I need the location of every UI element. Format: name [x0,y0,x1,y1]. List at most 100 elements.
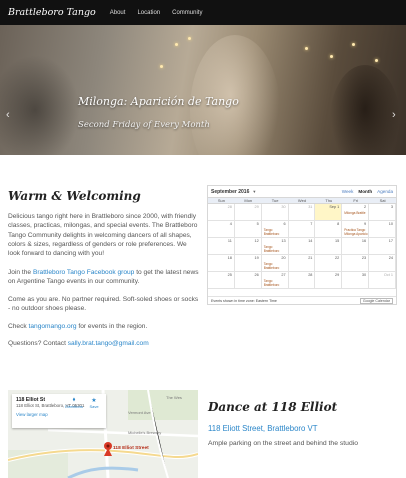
calendar-day-cell[interactable]: 2 Milonga Brattle [342,204,370,221]
calendar-day-cell[interactable]: 10 [369,221,396,238]
calendar-day-cell[interactable]: 8 [315,221,343,238]
calendar-day-number: 11 [227,239,232,243]
save-button[interactable]: ★ Save [84,397,104,409]
calendar-day-cell[interactable]: 6 Tango Brattleboro [261,221,289,238]
site-brand[interactable]: Brattleboro Tango [8,7,96,18]
tab-week[interactable]: Week [342,189,354,194]
tab-month[interactable]: Month [358,189,372,194]
calendar-day-number: 7 [310,222,313,226]
calendar-month-label: September 2016 [211,188,250,195]
calendar-day-cell[interactable]: 26 [234,272,262,289]
hero-light [330,55,333,58]
calendar-day-cell[interactable]: 24 [369,255,396,272]
calendar-day-number: 24 [388,256,393,260]
hero-light [160,65,163,68]
calendar-day-cell[interactable]: 20 Tango Brattleboro [261,255,289,272]
welcome-region-paragraph: Check tangomango.org for events in the r… [8,322,200,331]
tangomango-link[interactable]: tangomango.org [29,323,77,330]
calendar-day-cell[interactable]: 22 [315,255,343,272]
text: Questions? Contact [8,340,68,347]
calendar-day-number: 31 [308,205,313,209]
welcome-heading: Warm & Welcoming [8,189,141,203]
directions-button[interactable]: ⬧ Directions [64,397,84,409]
save-label: Save [89,404,99,409]
welcome-intro: Delicious tango right here in Brattlebor… [8,213,198,258]
dance-address-link[interactable]: 118 Eliott Street, Brattleboro VT [208,424,318,433]
calendar-event[interactable]: Tango Brattleboro [264,228,288,236]
calendar-day-cell[interactable]: 4 [208,221,235,238]
hero-next-arrow-icon[interactable]: › [392,109,396,121]
nav-link-community[interactable]: Community [172,10,202,16]
calendar-day-cell[interactable]: 13 Tango Brattleboro [261,238,289,255]
calendar-day-cell[interactable]: 15 [315,238,343,255]
calendar-day-number: Oct 1 [383,273,393,277]
welcome-facebook-paragraph: Join the Brattleboro Tango Facebook grou… [8,268,200,287]
calendar-day-cell[interactable]: 25 [208,272,235,289]
calendar-day-cell[interactable]: Sep 1 [315,204,343,221]
nav-link-location[interactable]: Location [137,10,160,16]
facebook-group-link[interactable]: Brattleboro Tango Facebook group [33,269,134,276]
calendar-day-cell[interactable]: 11 [208,238,235,255]
calendar-day-cell[interactable]: 27 Tango Brattleboro [261,272,289,289]
calendar-day-number: 13 [281,239,286,243]
tab-agenda[interactable]: Agenda [377,189,393,194]
calendar-day-number: 29 [254,205,259,209]
calendar-day-cell[interactable]: 16 [342,238,370,255]
hero-light [188,37,191,40]
chevron-down-icon[interactable]: ▼ [252,189,256,194]
calendar-day-number: 10 [388,222,393,226]
calendar-day-number: 16 [361,239,367,243]
calendar-day-number: 19 [254,256,259,260]
calendar-day-number: 29 [335,273,340,277]
hero-photo-figure [330,65,400,155]
calendar-day-number: 15 [335,239,340,243]
contact-email-link[interactable]: sally.brat.tango@gmail.com [68,340,149,347]
calendar-day-cell[interactable]: 29 [234,204,262,221]
calendar-header: September 2016 ▼ Week Month Agenda [208,186,396,197]
calendar-footer: Events shown in time zone: Eastern Time … [208,296,396,304]
calendar-day-number: 2 [364,205,367,209]
calendar-event[interactable]: Milonga Brattle [344,211,365,215]
hero-light [175,43,178,46]
calendar-event[interactable]: Tango Brattleboro [264,262,288,270]
calendar-day-number: 21 [308,256,313,260]
calendar-event[interactable]: Tango Brattleboro [264,245,288,253]
calendar-day-number: Sep 1 [329,205,340,209]
calendar-day-cell[interactable]: 3 [369,204,396,221]
calendar-event[interactable]: Practica Tango Milonga Aparicio [344,228,368,236]
star-icon: ★ [91,398,97,404]
calendar-day-cell[interactable]: 21 [288,255,316,272]
calendar-day-number: 26 [254,273,259,277]
calendar-event[interactable]: Tango Brattleboro [264,279,288,287]
calendar-day-cell[interactable]: 28 [288,272,316,289]
calendar-day-cell[interactable]: 5 [234,221,262,238]
calendar-day-number: 5 [256,222,259,226]
google-map-embed[interactable]: 118 Elliot St 118 Elliot St, Brattleboro… [8,390,198,478]
calendar-day-cell[interactable]: 23 [342,255,370,272]
directions-label: Directions [65,404,83,409]
calendar-day-cell[interactable]: 7 [288,221,316,238]
calendar-day-number: 22 [335,256,340,260]
calendar-day-cell[interactable]: 9 Practica Tango Milonga Aparicio [342,221,370,238]
top-nav: Brattleboro Tango About Location Communi… [0,0,406,25]
calendar-day-cell[interactable]: 28 [208,204,235,221]
calendar-day-number: 4 [229,222,232,226]
calendar-day-cell[interactable]: 29 [315,272,343,289]
calendar-day-number: 12 [254,239,259,243]
calendar-day-cell[interactable]: 30 [261,204,289,221]
parking-note: Ample parking on the street and behind t… [208,440,359,447]
welcome-attire-paragraph: Come as you are. No partner required. So… [8,296,199,313]
calendar-day-cell[interactable]: 19 [234,255,262,272]
calendar-day-cell[interactable]: 30 [342,272,370,289]
hero-prev-arrow-icon[interactable]: ‹ [6,109,10,121]
google-calendar-badge[interactable]: Google Calendar [359,297,393,304]
hero-light [352,43,355,46]
view-larger-map-link[interactable]: View larger map [16,412,102,417]
calendar-day-cell[interactable]: Oct 1 [369,272,396,289]
calendar-day-cell[interactable]: 17 [369,238,396,255]
calendar-day-cell[interactable]: 31 [288,204,316,221]
calendar-day-cell[interactable]: 14 [288,238,316,255]
calendar-day-cell[interactable]: 18 [208,255,235,272]
calendar-day-cell[interactable]: 12 [234,238,262,255]
nav-link-about[interactable]: About [110,10,126,16]
